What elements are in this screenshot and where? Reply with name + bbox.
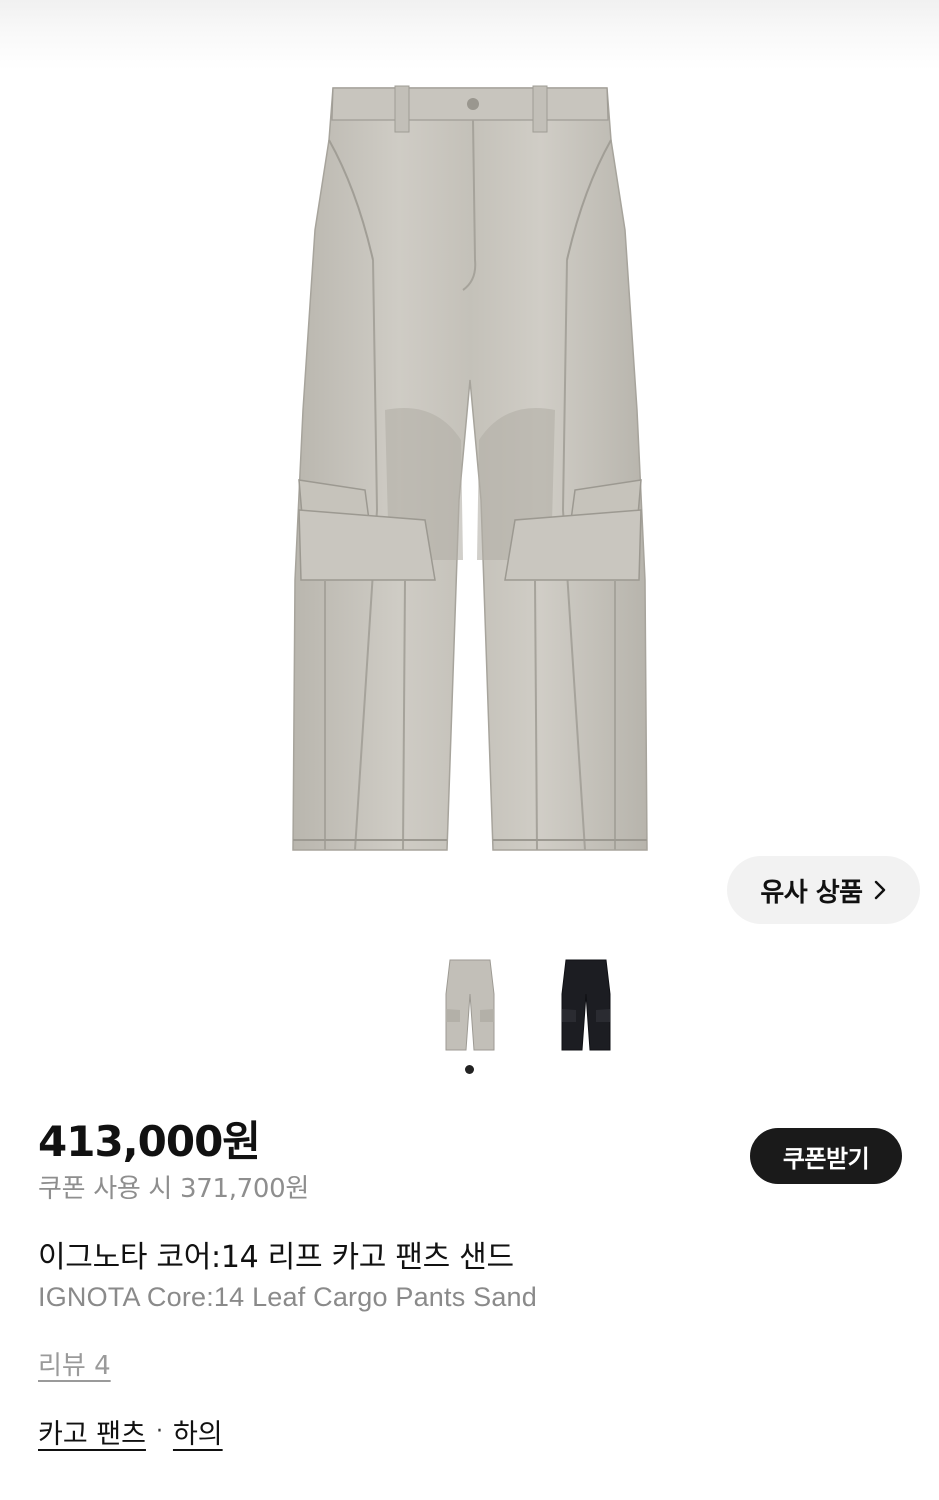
similar-products-label: 유사 상품 (760, 877, 863, 908)
thumbnail-black[interactable] (536, 954, 636, 1054)
similar-products-button[interactable]: 유사 상품 (727, 856, 920, 924)
chevron-right-icon (874, 880, 885, 900)
coupon-price: 쿠폰 사용 시 371,700원 (38, 1174, 310, 1204)
product-hero (0, 0, 939, 940)
carousel-indicator (465, 1065, 474, 1074)
get-coupon-button[interactable]: 쿠폰받기 (750, 1128, 902, 1184)
category-breadcrumb: 카고 팬츠 · 하의 (38, 1412, 223, 1451)
category-separator: · (155, 1419, 163, 1444)
product-price: 413,000원 (38, 1117, 261, 1166)
product-image[interactable] (285, 80, 655, 860)
category-bottoms-link[interactable]: 하의 (173, 1412, 223, 1451)
top-fade (0, 0, 939, 70)
product-name-korean: 이그노타 코어:14 리프 카고 팬츠 샌드 (38, 1240, 514, 1275)
product-name-english: IGNOTA Core:14 Leaf Cargo Pants Sand (38, 1282, 537, 1312)
thumbnail-strip (0, 950, 939, 1060)
review-link[interactable]: 리뷰 4 (38, 1345, 111, 1382)
category-cargo-pants-link[interactable]: 카고 팬츠 (38, 1412, 146, 1451)
thumbnail-sand[interactable] (420, 954, 520, 1054)
